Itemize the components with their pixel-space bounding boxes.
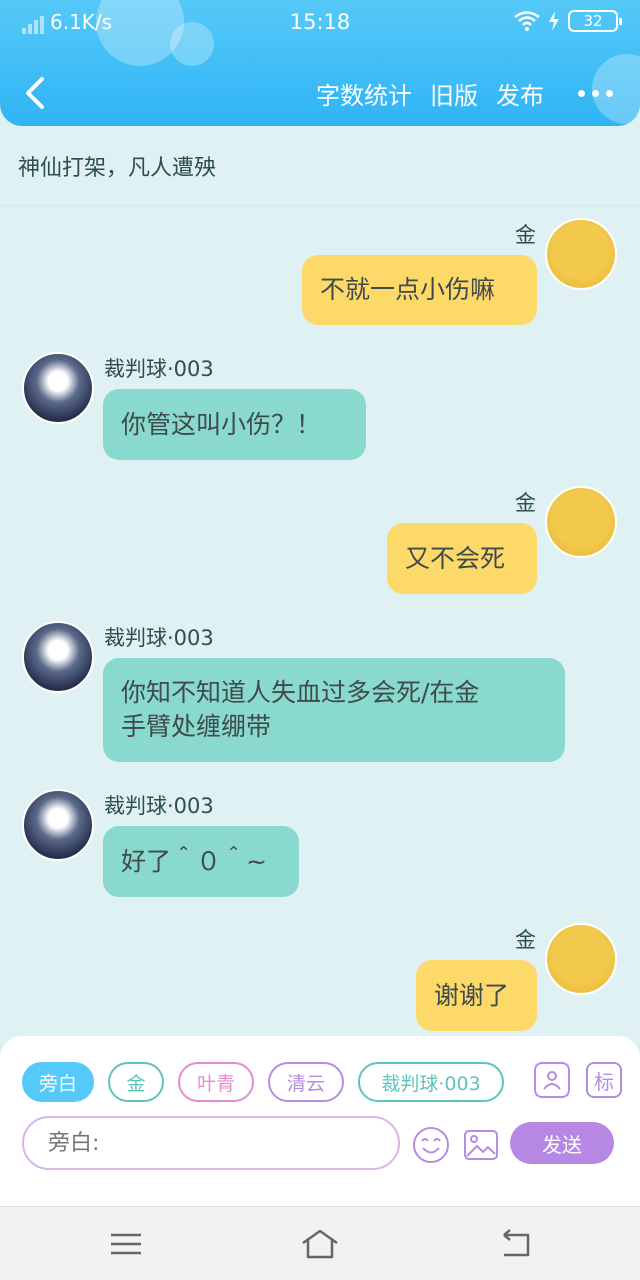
avatar[interactable] (545, 486, 617, 558)
avatar[interactable] (22, 621, 94, 693)
menu-icon[interactable] (106, 1227, 146, 1261)
send-button[interactable]: 发送 (510, 1122, 614, 1164)
charging-icon (549, 11, 559, 31)
message-bubble[interactable]: 谢谢了 (416, 960, 537, 1031)
role-chip-qingyun[interactable]: 清云 (268, 1062, 344, 1102)
sender-name: 金 (515, 223, 536, 247)
role-chip-yeqing[interactable]: 叶青 (178, 1062, 254, 1102)
avatar[interactable] (22, 789, 94, 861)
back-nav-icon[interactable] (496, 1227, 536, 1261)
sender-name: 裁判球·003 (104, 794, 214, 818)
old-version-button[interactable]: 旧版 (430, 76, 478, 111)
status-bar: 6.1K/s 15:18 32 (0, 0, 640, 44)
battery-icon: 32 (568, 10, 622, 32)
sender-name: 金 (515, 491, 536, 515)
scene-title: 神仙打架，凡人遭殃 (18, 156, 217, 181)
sender-name: 金 (515, 928, 536, 952)
message-input[interactable] (22, 1116, 400, 1170)
app-header: 6.1K/s 15:18 32 字数统计 旧版 发布 (0, 0, 640, 126)
message-bubble[interactable]: 你管这叫小伤？！ (103, 389, 366, 460)
role-chip-jin[interactable]: 金 (108, 1062, 164, 1102)
role-chip-narrator[interactable]: 旁白 (22, 1062, 94, 1102)
message-bubble[interactable]: 你知不知道人失血过多会死/在金 手臂处缠绷带 (103, 658, 565, 762)
system-nav-bar (0, 1206, 640, 1280)
message-bubble[interactable]: 好了＾０＾~ (103, 826, 299, 897)
avatar[interactable] (545, 923, 617, 995)
emoji-icon[interactable] (412, 1126, 450, 1164)
battery-level: 32 (583, 12, 603, 30)
message-text-line: 你知不知道人失血过多会死/在金 (121, 678, 480, 707)
sender-name: 裁判球·003 (104, 626, 214, 650)
mark-icon[interactable]: 标 (586, 1062, 622, 1098)
image-icon[interactable] (462, 1126, 500, 1164)
more-icon[interactable] (570, 78, 620, 108)
nav-bar: 字数统计 旧版 发布 (0, 66, 640, 120)
sender-name: 裁判球·003 (104, 357, 214, 381)
character-icon[interactable] (534, 1062, 570, 1098)
avatar[interactable] (545, 218, 617, 290)
composer-panel: 旁白 金 叶青 清云 裁判球·003 标 发送 (0, 1036, 640, 1206)
avatar[interactable] (22, 352, 94, 424)
back-icon[interactable] (18, 74, 52, 112)
word-count-button[interactable]: 字数统计 (316, 76, 412, 111)
message-bubble[interactable]: 又不会死 (387, 523, 537, 594)
publish-button[interactable]: 发布 (496, 76, 544, 111)
wifi-icon (514, 11, 540, 31)
role-chip-referee[interactable]: 裁判球·003 (358, 1062, 504, 1102)
home-icon[interactable] (300, 1227, 340, 1261)
divider (0, 205, 640, 206)
message-bubble[interactable]: 不就一点小伤嘛 (302, 255, 537, 325)
message-text-line: 手臂处缠绷带 (121, 712, 272, 741)
